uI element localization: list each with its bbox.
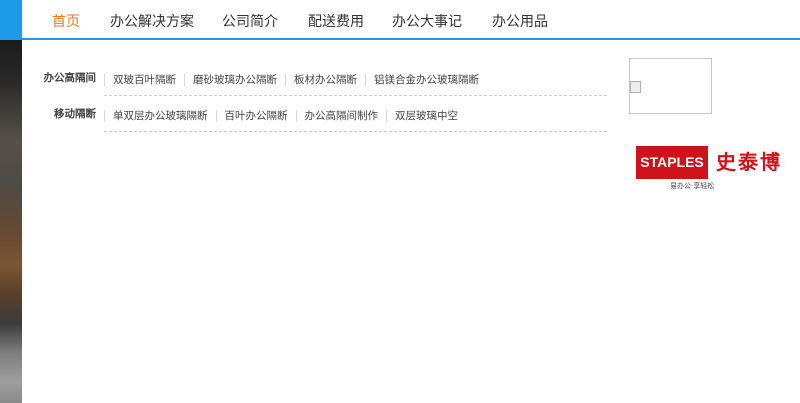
menu-links: 双玻百叶隔断 磨砂玻璃办公隔断 板材办公隔断 铝镁合金办公玻璃隔断	[104, 60, 487, 98]
menu-link[interactable]: 单双层办公玻璃隔断	[104, 110, 216, 122]
menu-category[interactable]: 办公高隔间	[22, 60, 97, 96]
dropdown-menu: 办公高隔间 双玻百叶隔断 磨砂玻璃办公隔断 板材办公隔断 铝镁合金办公玻璃隔断 移动隔…	[22, 60, 607, 132]
broken-image-icon	[630, 81, 641, 93]
nav-item-delivery-fees[interactable]: 配送费用	[308, 0, 364, 38]
left-edge-banner-image	[0, 40, 22, 403]
menu-link[interactable]: 百叶办公隔断	[215, 110, 296, 122]
nav-item-milestones[interactable]: 办公大事记	[392, 0, 462, 38]
main-nav: 首页 办公解决方案 公司简介 配送费用 办公大事记 办公用品	[22, 0, 800, 40]
menu-links: 单双层办公玻璃隔断 百叶办公隔断 办公高隔间制作 双层玻璃中空	[104, 96, 466, 134]
logo-chinese-name: 史泰博	[716, 150, 782, 174]
menu-row: 办公高隔间 双玻百叶隔断 磨砂玻璃办公隔断 板材办公隔断 铝镁合金办公玻璃隔断	[44, 60, 607, 98]
nav-item-office-solutions[interactable]: 办公解决方案	[110, 0, 194, 38]
menu-link[interactable]: 铝镁合金办公玻璃隔断	[365, 74, 487, 86]
menu-link[interactable]: 板材办公隔断	[285, 74, 365, 86]
menu-category[interactable]: 移动隔断	[22, 96, 96, 132]
broken-image[interactable]	[629, 58, 712, 114]
left-edge-blue-block	[0, 0, 22, 40]
menu-link[interactable]: 双层玻璃中空	[386, 110, 466, 122]
nav-item-home[interactable]: 首页	[52, 0, 80, 38]
logo-slogan: 易办公·享轻松	[670, 182, 715, 190]
menu-link[interactable]: 双玻百叶隔断	[104, 74, 184, 86]
nav-item-office-supplies[interactable]: 办公用品	[492, 0, 548, 38]
menu-link[interactable]: 磨砂玻璃办公隔断	[184, 74, 285, 86]
left-edge-strip	[0, 0, 22, 403]
menu-link[interactable]: 办公高隔间制作	[295, 110, 386, 122]
nav-item-company-profile[interactable]: 公司简介	[222, 0, 278, 38]
staples-logo[interactable]: STAPLES 史泰博 易办公·享轻松	[636, 146, 796, 196]
menu-row: 移动隔断 单双层办公玻璃隔断 百叶办公隔断 办公高隔间制作 双层玻璃中空	[54, 96, 607, 134]
logo-wordmark: STAPLES	[636, 146, 708, 179]
